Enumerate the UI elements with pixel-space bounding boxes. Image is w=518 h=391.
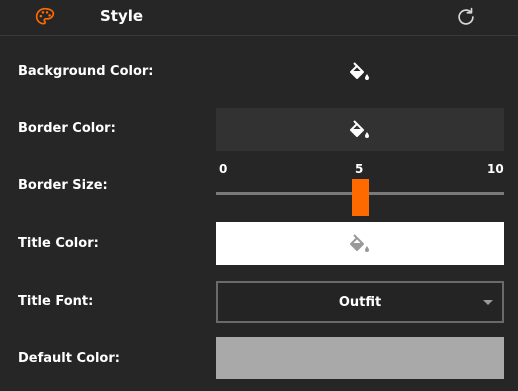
title-color-swatch[interactable] [216,222,504,265]
background-color-swatch[interactable] [216,50,504,93]
paint-bucket-icon [350,119,369,138]
slider-max-label: 10 [487,162,504,176]
chevron-down-icon [483,300,493,305]
border-color-label: Border Color: [18,121,116,136]
slider-min-label: 0 [219,162,228,176]
panel-title: Style [100,7,144,25]
background-color-label: Background Color: [18,64,154,79]
title-font-label: Title Font: [18,294,94,309]
reset-icon[interactable] [455,6,477,28]
title-color-label: Title Color: [18,236,99,251]
title-font-value: Outfit [338,294,382,310]
border-color-swatch[interactable] [216,108,504,151]
default-color-swatch[interactable] [216,337,504,379]
default-color-label: Default Color: [18,351,120,366]
slider-value-label: 5 [355,162,364,176]
border-size-slider-thumb[interactable] [352,179,369,216]
style-panel: Style Background Color: Border Color: Bo… [0,0,518,391]
palette-icon [35,7,55,25]
paint-bucket-icon [350,233,369,252]
paint-bucket-icon [350,61,369,80]
panel-header: Style [0,0,518,36]
border-size-label: Border Size: [18,178,108,193]
title-font-select[interactable]: Outfit [216,281,504,323]
